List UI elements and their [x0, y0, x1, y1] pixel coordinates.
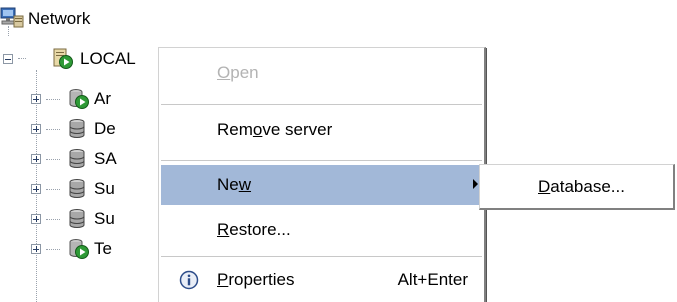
tree-node-database[interactable]: Ar: [0, 86, 111, 112]
menu-separator: [161, 160, 482, 161]
tree-node-database[interactable]: SA: [0, 146, 117, 172]
menu-item-shortcut: Alt+Enter: [397, 270, 468, 289]
tree-node-label: LOCAL: [80, 49, 136, 68]
info-icon: [179, 270, 199, 290]
menu-item-label: Restore...: [217, 220, 291, 239]
menu-item-open[interactable]: Open: [161, 54, 482, 92]
network-icon: [0, 7, 24, 28]
context-menu: Open Remove server New Restore... Proper…: [158, 47, 486, 302]
menu-item-label: Database...: [538, 177, 625, 196]
tree-node-database[interactable]: Su: [0, 206, 115, 232]
menu-separator: [161, 256, 482, 257]
expand-toggle[interactable]: [31, 184, 41, 194]
tree-line: [46, 219, 60, 220]
menu-item-properties[interactable]: Properties Alt+Enter: [161, 261, 482, 299]
expand-toggle[interactable]: [31, 124, 41, 134]
tree-line: [46, 99, 60, 100]
tree-node-label: Ar: [94, 89, 111, 108]
server-running-icon: [53, 48, 73, 69]
menu-item-database[interactable]: Database...: [482, 167, 671, 207]
gray-database-icon: [69, 179, 85, 198]
gray-database-icon: [69, 209, 85, 228]
tree-line: [46, 189, 60, 190]
tree-node-label: Te: [94, 239, 112, 258]
tree-line: [46, 249, 60, 250]
new-submenu: Database...: [479, 164, 675, 210]
tree-node-label: Network: [28, 9, 91, 28]
tree-node-server-local[interactable]: LOCAL: [0, 46, 136, 72]
menu-item-label: Remove server: [217, 120, 333, 139]
gray-database-icon: [69, 119, 85, 138]
tree-node-database[interactable]: De: [0, 116, 116, 142]
gray-database-icon: [69, 149, 85, 168]
tree-node-label: Su: [94, 179, 115, 198]
tree-node-label: De: [94, 119, 116, 138]
expand-toggle[interactable]: [31, 214, 41, 224]
tree-node-database[interactable]: Su: [0, 176, 115, 202]
expand-toggle[interactable]: [31, 154, 41, 164]
menu-separator: [161, 104, 482, 105]
tree-line: [46, 129, 60, 130]
collapse-toggle[interactable]: [3, 54, 13, 64]
menu-item-label: Open: [217, 63, 259, 82]
green-play-database-icon: [69, 89, 89, 109]
submenu-arrow-icon: [473, 179, 478, 189]
menu-item-label: New: [217, 175, 252, 194]
menu-item-new[interactable]: New: [161, 165, 482, 205]
tree-node-label: Su: [94, 209, 115, 228]
tree-node-database[interactable]: Te: [0, 236, 112, 262]
menu-item-label: Properties: [217, 270, 295, 289]
green-play-database-icon: [69, 239, 89, 259]
tree-node-network[interactable]: Network: [0, 6, 90, 32]
menu-item-remove-server[interactable]: Remove server: [161, 111, 482, 149]
expand-toggle[interactable]: [31, 94, 41, 104]
tree-node-label: SA: [94, 149, 117, 168]
expand-toggle[interactable]: [31, 244, 41, 254]
tree-line: [46, 159, 60, 160]
menu-item-restore[interactable]: Restore...: [161, 211, 482, 249]
